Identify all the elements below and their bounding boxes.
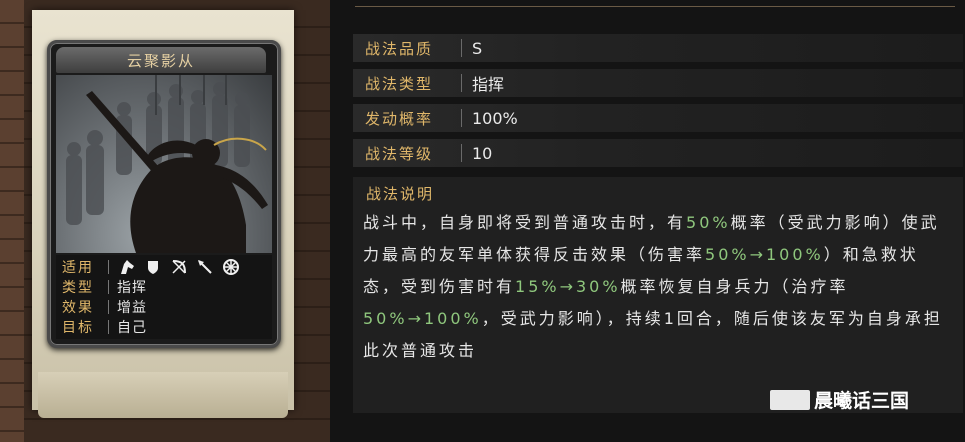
card-title-bar: 云聚影从	[56, 47, 266, 73]
description-text: 战斗中，自身即将受到普通攻击时，有50%概率（受武力影响）使武力最高的友军单体获…	[363, 207, 948, 367]
spear-icon	[195, 258, 214, 276]
watermark: 晨曦话三国	[770, 386, 909, 413]
desc-highlight: 50%	[686, 213, 731, 232]
meta-value: 增益	[117, 300, 147, 316]
info-label: 战法品质	[365, 39, 434, 58]
wheel-icon	[221, 258, 240, 276]
info-value: 指挥	[472, 75, 505, 94]
meta-label: 适用	[62, 260, 94, 276]
info-label: 战法类型	[365, 74, 434, 93]
desc-highlight: 50%→100%	[363, 309, 482, 328]
card-meta: 适用 类型 指挥 效果 增益 目标 自己	[56, 255, 272, 339]
watermark-logo	[770, 389, 810, 410]
description-title: 战法说明	[366, 185, 435, 203]
top-ornament	[355, 0, 955, 7]
info-value: 10	[472, 143, 493, 163]
meta-row-effect: 效果 增益	[62, 297, 268, 317]
meta-value: 指挥	[117, 280, 147, 296]
info-divider	[461, 109, 462, 127]
meta-row-type: 类型 指挥	[62, 277, 268, 297]
desc-highlight: 50%→100%	[705, 245, 824, 264]
cavalry-icon	[117, 258, 136, 276]
shield-icon	[143, 258, 162, 276]
tactic-card: 云聚影从 适用 类型 指挥 效果 增益 目标 自己	[47, 40, 281, 348]
meta-label: 类型	[62, 280, 94, 296]
info-row-quality: 战法品质 S	[353, 34, 963, 62]
scroll-bottom	[38, 372, 288, 418]
meta-row-target: 目标 自己	[62, 317, 268, 337]
info-divider	[461, 39, 462, 57]
warrior-art	[66, 75, 268, 253]
description-panel: 战法说明 战斗中，自身即将受到普通攻击时，有50%概率（受武力影响）使武力最高的…	[353, 177, 963, 413]
info-row-type: 战法类型 指挥	[353, 69, 963, 97]
info-row-probability: 发动概率 100%	[353, 104, 963, 132]
bow-icon	[169, 258, 188, 276]
desc-part: 概率恢复自身兵力（治疗率	[620, 277, 849, 296]
info-value: 100%	[472, 108, 518, 128]
meta-label: 目标	[62, 320, 94, 336]
meta-label: 效果	[62, 300, 94, 316]
info-divider	[461, 144, 462, 162]
info-value: S	[472, 38, 483, 58]
meta-divider	[108, 320, 109, 334]
card-title: 云聚影从	[126, 51, 195, 70]
info-row-level: 战法等级 10	[353, 139, 963, 167]
meta-divider	[108, 300, 109, 314]
meta-value: 自己	[117, 320, 147, 336]
watermark-text: 晨曦话三国	[814, 390, 910, 412]
desc-highlight: 15%→30%	[515, 277, 621, 296]
wood-edge	[0, 0, 24, 442]
meta-divider	[108, 260, 109, 274]
info-label: 战法等级	[365, 144, 434, 163]
info-divider	[461, 74, 462, 92]
meta-divider	[108, 280, 109, 294]
desc-part: 战斗中，自身即将受到普通攻击时，有	[363, 213, 687, 232]
meta-row-applicable: 适用	[62, 257, 268, 277]
card-artwork	[56, 75, 272, 253]
info-label: 发动概率	[365, 109, 434, 128]
